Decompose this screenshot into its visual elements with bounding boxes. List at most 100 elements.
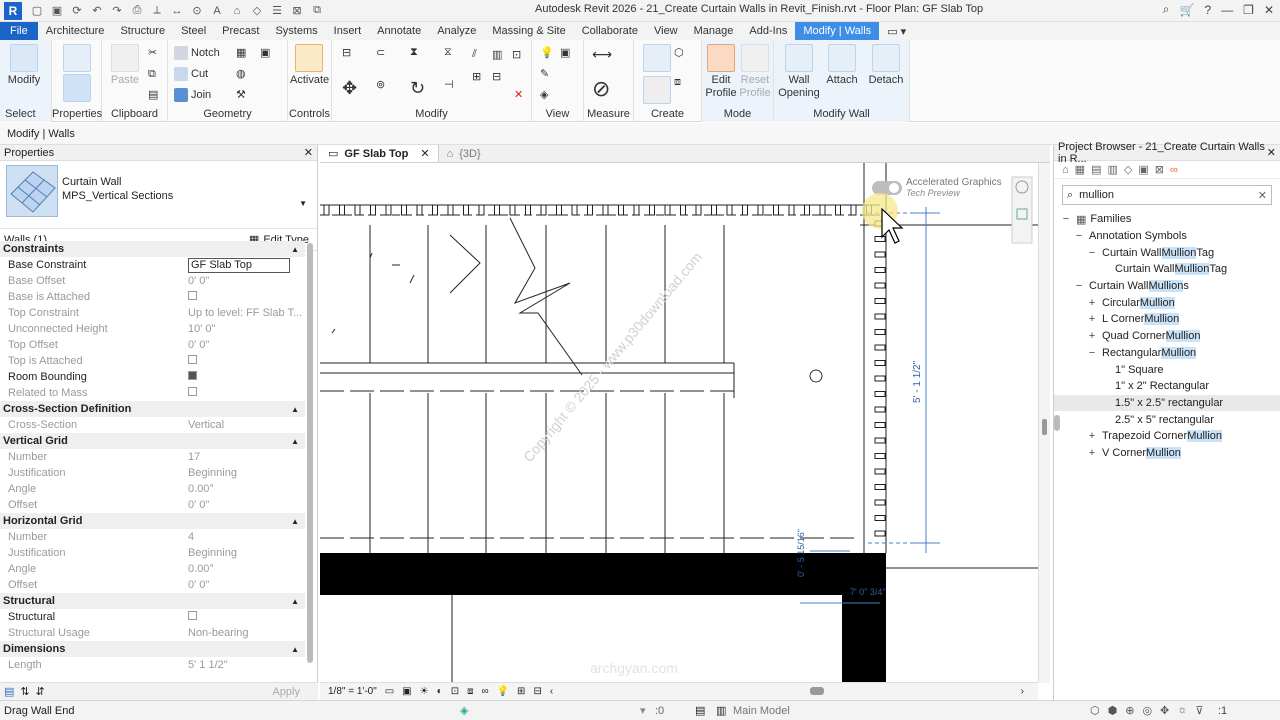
browser-item[interactable]: + Circular Mullion: [1054, 294, 1280, 311]
mullion-tick[interactable]: [874, 329, 886, 335]
cut-button[interactable]: Cut: [174, 67, 208, 81]
ribbon-tab-massing-site[interactable]: Massing & Site: [484, 22, 573, 40]
ribbon-tab-annotate[interactable]: Annotate: [369, 22, 429, 40]
property-row[interactable]: Structural: [0, 609, 305, 625]
measure-icon[interactable]: ⟂: [148, 3, 166, 19]
mullion-tick[interactable]: [788, 204, 795, 216]
wall-joins-icon[interactable]: ▦: [236, 46, 246, 59]
families-icon[interactable]: ◇: [1124, 163, 1132, 176]
mullion-tick[interactable]: [618, 204, 624, 216]
view-tab-close-icon[interactable]: ✕: [420, 147, 429, 160]
properties-filter-icon[interactable]: ▤: [4, 685, 14, 698]
property-value[interactable]: 0' 0": [186, 339, 305, 351]
chain-link-icon[interactable]: ∞: [1170, 164, 1178, 176]
expand-icon[interactable]: +: [1086, 297, 1098, 309]
mullion-tick[interactable]: [633, 204, 640, 216]
visual-style-icon[interactable]: ▣: [402, 686, 411, 697]
hide-icon[interactable]: 💡: [540, 46, 554, 59]
collapse-icon[interactable]: ▲: [291, 405, 299, 414]
drag-select-icon[interactable]: ✥: [1160, 704, 1169, 717]
model-icon[interactable]: ▥: [716, 704, 726, 717]
dimension-icon[interactable]: ↔: [168, 3, 186, 19]
constraints-icon[interactable]: ⊟: [533, 686, 541, 697]
pinned-select-icon[interactable]: ⊕: [1125, 704, 1134, 717]
offset-icon[interactable]: ⊂: [376, 46, 385, 59]
ribbon-tab-file[interactable]: File: [0, 22, 38, 40]
mirror-icon[interactable]: ⧗: [410, 46, 418, 59]
help-icon[interactable]: ?: [1204, 3, 1211, 17]
mullion-tick[interactable]: [323, 204, 330, 216]
activate-button[interactable]: Activate: [290, 44, 329, 87]
pin-icon[interactable]: ⊞: [472, 70, 481, 83]
text-icon[interactable]: A: [208, 3, 226, 19]
mullion-tick[interactable]: [742, 204, 748, 216]
browser-item[interactable]: + L Corner Mullion: [1054, 311, 1280, 328]
collapse-icon[interactable]: ▲: [291, 597, 299, 606]
view-tab[interactable]: ▭ GF Slab Top ✕: [320, 145, 439, 162]
schedules-icon[interactable]: ▥: [1107, 163, 1117, 176]
mullion-tick[interactable]: [874, 422, 886, 428]
attach-button[interactable]: Attach: [822, 44, 862, 87]
reveal-hidden-icon[interactable]: 💡: [497, 686, 509, 697]
cut-tool-icon[interactable]: ✂: [148, 46, 157, 59]
mirror-draw-icon[interactable]: ⧖: [444, 46, 452, 59]
property-category[interactable]: Vertical Grid ▲: [0, 433, 305, 449]
horizontal-scroll-thumb[interactable]: [810, 687, 824, 695]
create-assembly-button[interactable]: [638, 44, 676, 74]
property-value[interactable]: 0' 0": [186, 579, 305, 591]
restore-icon[interactable]: ❐: [1243, 3, 1254, 17]
mullion-tick[interactable]: [874, 267, 886, 273]
redo-icon[interactable]: ↷: [108, 3, 126, 19]
cart-icon[interactable]: 🛒: [1180, 3, 1195, 17]
mullion-tick[interactable]: [874, 236, 886, 242]
mullion-tick[interactable]: [680, 204, 686, 216]
browser-item[interactable]: 1" x 2" Rectangular: [1054, 378, 1280, 395]
search-clear-icon[interactable]: ✕: [1258, 189, 1267, 202]
split-face-icon[interactable]: ▣: [260, 46, 270, 59]
mullion-tick[interactable]: [711, 204, 717, 216]
tag-icon[interactable]: ⊙: [188, 3, 206, 19]
expand-icon[interactable]: +: [1086, 430, 1098, 442]
ribbon-tab-analyze[interactable]: Analyze: [429, 22, 484, 40]
type-dropdown-icon[interactable]: ▼: [299, 199, 307, 208]
mullion-tick[interactable]: [385, 204, 392, 216]
mullion-tick[interactable]: [432, 204, 438, 216]
mullion-tick[interactable]: [874, 406, 886, 413]
detail-level-icon[interactable]: ▭: [385, 686, 394, 697]
mullion-tick[interactable]: [874, 530, 886, 537]
demolish-icon[interactable]: ⚒: [236, 88, 246, 101]
mullion-tick[interactable]: [556, 204, 562, 216]
links-select-icon[interactable]: ⬡: [1090, 704, 1100, 717]
override-icon[interactable]: ▣: [560, 46, 570, 59]
ribbon-tab-precast[interactable]: Precast: [214, 22, 267, 40]
ribbon-tab-manage[interactable]: Manage: [686, 22, 742, 40]
analytical-icon[interactable]: ⊞: [517, 686, 525, 697]
section-icon[interactable]: ◇: [248, 3, 266, 19]
mullion-tick[interactable]: [525, 204, 531, 216]
mullion-tick[interactable]: [874, 515, 886, 521]
ribbon-display-options-icon[interactable]: ▭ ▾: [879, 22, 914, 40]
mullion-tick[interactable]: [587, 204, 593, 216]
split-icon[interactable]: ⫽: [472, 48, 477, 61]
browser-item[interactable]: 1" Square: [1054, 361, 1280, 378]
shadows-icon[interactable]: ◐: [437, 686, 443, 697]
mullion-tick[interactable]: [874, 437, 886, 444]
mullion-tick[interactable]: [874, 453, 886, 459]
mullion-tick[interactable]: [726, 204, 733, 216]
property-category[interactable]: Constraints ▲: [0, 241, 305, 257]
align-icon[interactable]: ⊟: [342, 46, 351, 59]
sync-icon[interactable]: ⟳: [68, 3, 86, 19]
sort-desc-icon[interactable]: ⇵: [36, 685, 45, 698]
sort-icon[interactable]: ⇅: [20, 685, 29, 698]
copy-icon[interactable]: ⧉: [148, 68, 156, 81]
edit-profile-button[interactable]: Edit Profile: [702, 44, 740, 100]
mullion-tick[interactable]: [874, 391, 886, 397]
unpin-icon[interactable]: ⊟: [492, 70, 501, 83]
collapse-icon[interactable]: −: [1060, 213, 1072, 225]
property-row[interactable]: Room Bounding: [0, 369, 305, 385]
type-selector[interactable]: Curtain Wall MPS_Vertical Sections ▼: [0, 161, 317, 229]
ribbon-tab-structure[interactable]: Structure: [112, 22, 173, 40]
expand-icon[interactable]: +: [1086, 447, 1098, 459]
mullion-tick[interactable]: [874, 251, 886, 258]
browser-item[interactable]: − Annotation Symbols: [1054, 228, 1280, 245]
